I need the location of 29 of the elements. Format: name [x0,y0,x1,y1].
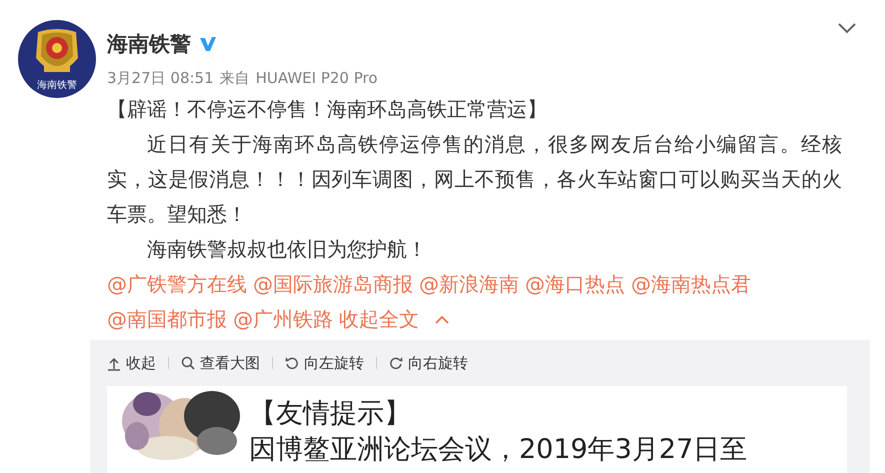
source-device: HUAWEI P20 Pro [256,69,378,88]
post-paragraph: 海南铁警叔叔也依旧为您护航！ [146,236,428,263]
post-time[interactable]: 3月27日 08:51 [107,69,214,88]
rotate-right-icon [389,356,403,370]
post-paragraph: 近日有关于海南环岛高铁停运停售的消息，很多网友后台给小编留言。经核实，这是假消息！！！因列车调图，网上不预售，各火车站窗口可以购买当天的火车票。望知悉！ [107,131,842,228]
collapse-text-link[interactable]: 收起全文 [339,302,419,337]
mention-link[interactable]: @南国都市报 [107,302,227,337]
image-text: 因博鳌亚洲论坛会议，2019年3月27日至 [249,433,748,467]
post-title: 【辟谣！不停运不停售！海南环岛高铁正常营运】 [107,96,548,123]
caret-up-icon[interactable] [435,315,449,324]
rotate-button[interactable]: 向右旋转 [389,354,468,372]
mention-link[interactable]: @海口热点 [525,267,625,302]
rotate-button[interactable]: 向左旋转 [285,354,364,372]
search-icon [181,356,195,370]
mention-link[interactable]: @新浪海南 [419,267,519,302]
view-large-button[interactable]: 查看大图 [181,354,260,372]
chevron-down-icon[interactable] [837,22,857,34]
mention-link[interactable]: @国际旅游岛商报 [253,267,413,302]
author-name[interactable]: 海南铁警 [107,30,191,58]
image-text: 【友情提示】 [249,397,412,431]
mention-link[interactable]: @海南热点君 [631,267,751,302]
upload-arrow-icon [107,356,121,370]
collapse-button[interactable]: 收起 [107,354,156,372]
avatar[interactable]: 海南铁警 [18,20,96,98]
mention-link[interactable]: @广州铁路 [233,302,333,337]
mention-link[interactable]: @广铁警方在线 [107,267,247,302]
source-prefix: 来自 [220,69,250,88]
rotate-left-icon [285,356,299,370]
avatar-caption: 海南铁警 [36,80,78,91]
